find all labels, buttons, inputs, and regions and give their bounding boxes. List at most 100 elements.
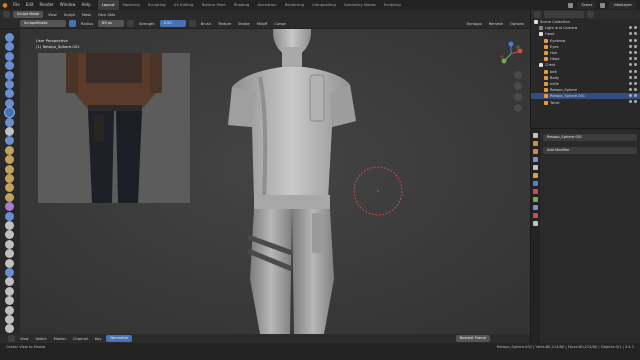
sculpt-tool-icon[interactable] — [5, 296, 14, 306]
camera-icon[interactable] — [634, 94, 637, 98]
sculpt-tool-icon[interactable] — [5, 89, 14, 99]
cursor-menu[interactable]: Cursor — [272, 20, 288, 28]
camera-icon[interactable] — [634, 81, 637, 85]
sculpt-tool-icon[interactable] — [5, 183, 14, 193]
properties-tab-icon[interactable] — [533, 165, 538, 170]
normalize-toggle[interactable]: Normalize — [106, 335, 133, 342]
menu-help[interactable]: Help — [78, 0, 93, 10]
camera-icon[interactable] — [634, 38, 637, 42]
sculpt-tool-icon[interactable] — [5, 51, 14, 61]
camera-icon[interactable] — [634, 26, 637, 30]
timeline-key-menu[interactable]: Key — [93, 335, 104, 343]
visibility-toggles[interactable] — [629, 63, 637, 67]
properties-tab-icon[interactable] — [533, 133, 538, 138]
workspace-tab-uv-editing[interactable]: UV Editing — [170, 0, 198, 10]
timeline-select-menu[interactable]: Select — [34, 335, 49, 343]
sculpt-tool-icon[interactable] — [5, 258, 14, 268]
workspace-tab-layout[interactable]: Layout — [97, 0, 119, 10]
eye-icon[interactable] — [629, 75, 632, 79]
sculpt-tool-icon[interactable] — [5, 315, 14, 324]
visibility-toggles[interactable] — [629, 32, 637, 36]
sculpt-tool-icon[interactable] — [5, 164, 14, 174]
sculpt-tool-icon[interactable] — [5, 70, 14, 80]
reference-image[interactable] — [38, 53, 190, 203]
menu-file[interactable]: File — [10, 0, 23, 10]
keyframe-snap-selector[interactable]: Nearest Frame — [455, 335, 490, 342]
options-menu[interactable]: Options — [508, 20, 526, 28]
sculpt-tool-icon[interactable] — [5, 277, 14, 287]
eye-icon[interactable] — [629, 38, 632, 42]
camera-icon[interactable] — [634, 44, 637, 48]
eye-icon[interactable] — [629, 57, 632, 61]
properties-tab-icon[interactable] — [533, 213, 538, 218]
properties-tab-icon[interactable] — [533, 181, 538, 186]
pressure-strength-icon[interactable] — [188, 20, 196, 27]
camera-icon[interactable] — [634, 88, 637, 92]
outliner-search-icon[interactable] — [544, 11, 584, 18]
camera-icon[interactable] — [634, 50, 637, 54]
sculpt-tool-icon[interactable] — [4, 107, 15, 119]
workspace-tab-sculpting[interactable]: Sculpting — [144, 0, 170, 10]
workspace-tab-compositing[interactable]: Compositing — [308, 0, 340, 10]
ortho-toggle-icon[interactable] — [514, 104, 522, 112]
visibility-toggles[interactable] — [629, 69, 637, 73]
sculpt-tool-icon[interactable] — [5, 305, 14, 315]
timeline-view-menu[interactable]: View — [18, 335, 31, 343]
remesh-menu[interactable]: Remesh — [487, 20, 505, 28]
camera-icon[interactable] — [634, 63, 637, 67]
brush-menu[interactable]: Brush — [199, 20, 213, 28]
sculpt-tool-icon[interactable] — [5, 136, 14, 146]
eye-icon[interactable] — [629, 32, 632, 36]
sculpt-tool-icon[interactable] — [5, 174, 14, 183]
outliner-filter-icon[interactable] — [587, 11, 594, 18]
workspace-tab-shading[interactable]: Shading — [230, 0, 253, 10]
camera-icon[interactable] — [634, 69, 637, 73]
radius-field[interactable]: 89 px — [98, 20, 125, 27]
menu-window[interactable]: Window — [57, 0, 79, 10]
eye-icon[interactable] — [629, 63, 632, 67]
sculpt-tool-icon[interactable] — [5, 202, 14, 212]
properties-tab-icon[interactable] — [533, 141, 538, 146]
timeline-editor-icon[interactable] — [8, 335, 15, 342]
eye-icon[interactable] — [629, 50, 632, 54]
camera-icon[interactable] — [634, 75, 637, 79]
visibility-toggles[interactable] — [629, 26, 637, 30]
visibility-toggles[interactable] — [629, 75, 637, 79]
workspace-tab-texture-paint[interactable]: Texture Paint — [197, 0, 230, 10]
properties-tab-icon[interactable] — [533, 205, 538, 210]
workspace-tab-geometry-nodes[interactable]: Geometry Nodes — [340, 0, 380, 10]
properties-tab-icon[interactable] — [533, 173, 538, 178]
visibility-toggles[interactable] — [629, 88, 637, 92]
camera-view-icon[interactable] — [514, 93, 522, 101]
sculpt-tool-icon[interactable] — [5, 42, 14, 52]
sculpt-tool-icon[interactable] — [5, 33, 14, 42]
dyntopo-menu[interactable]: Dyntopo — [464, 20, 483, 28]
visibility-toggles[interactable] — [629, 57, 637, 61]
eye-icon[interactable] — [629, 69, 632, 73]
sculpt-tool-icon[interactable] — [5, 249, 14, 259]
workspace-tab-rendering[interactable]: Rendering — [281, 0, 308, 10]
camera-icon[interactable] — [634, 32, 637, 36]
sculpt-tool-icon[interactable] — [5, 155, 14, 165]
visibility-toggles[interactable] — [629, 94, 637, 98]
camera-icon[interactable] — [634, 100, 637, 104]
face-sets-menu[interactable]: Face Sets — [96, 11, 117, 19]
timeline-marker-menu[interactable]: Marker — [52, 335, 68, 343]
sculpt-tool-icon[interactable] — [5, 127, 14, 136]
sculpt-tool-icon[interactable] — [5, 211, 14, 221]
eye-icon[interactable] — [629, 26, 632, 30]
sculpt-tool-icon[interactable] — [5, 145, 14, 155]
visibility-toggles[interactable] — [629, 50, 637, 54]
workspace-tab-modeling[interactable]: Modeling — [119, 0, 144, 10]
sculpt-tool-icon[interactable] — [5, 117, 14, 127]
sculpt-tool-icon[interactable] — [5, 192, 14, 202]
eye-icon[interactable] — [629, 94, 632, 98]
visibility-toggles[interactable] — [629, 38, 637, 42]
workspace-tab-animation[interactable]: Animation — [253, 0, 280, 10]
sculpt-tool-icon[interactable] — [5, 221, 14, 230]
brush-preview-icon[interactable] — [69, 20, 76, 27]
camera-icon[interactable] — [634, 57, 637, 61]
sculpt-tool-icon[interactable] — [5, 324, 14, 334]
navigation-gizmo[interactable] — [498, 41, 524, 67]
sculpt-tool-icon[interactable] — [5, 80, 14, 89]
